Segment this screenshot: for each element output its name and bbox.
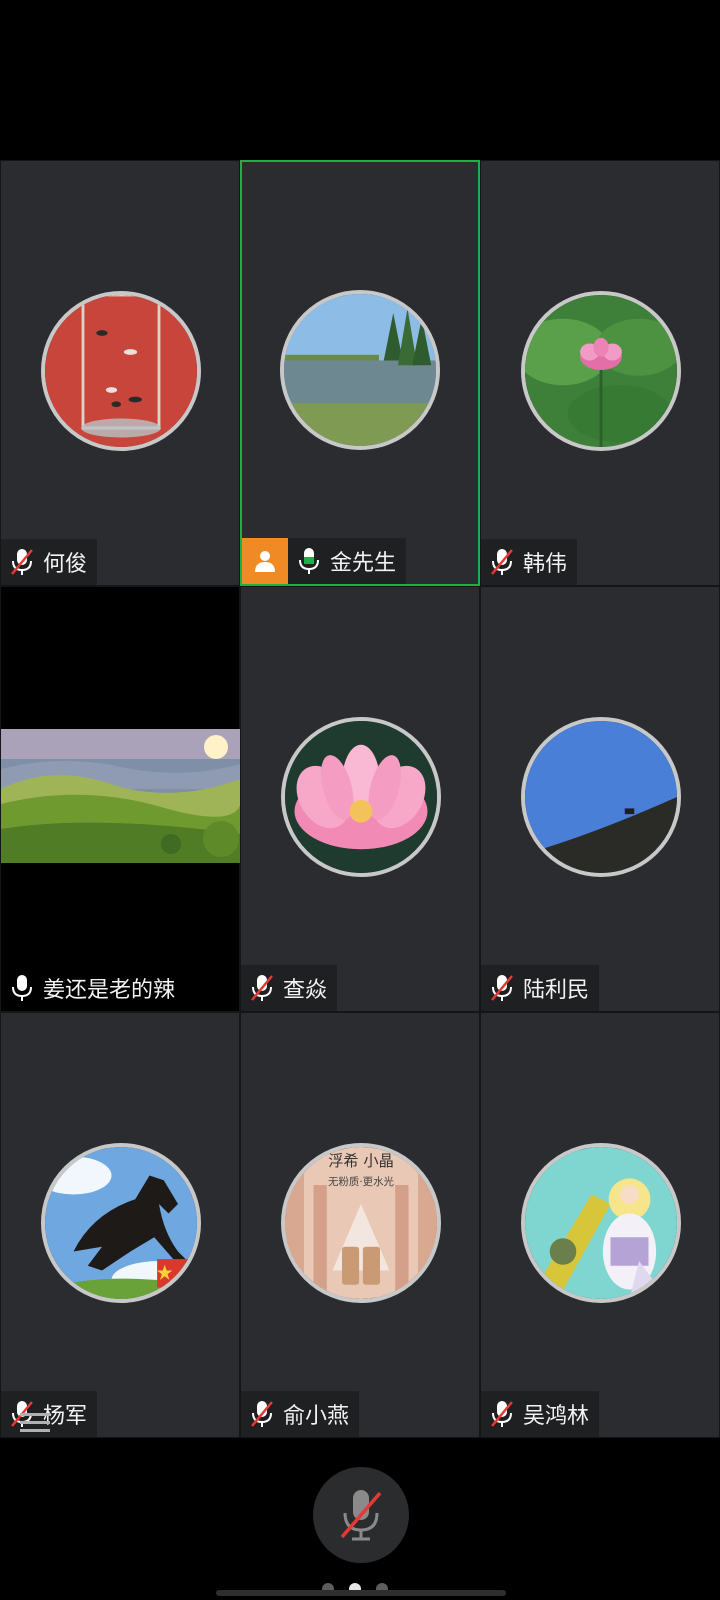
participant-tile[interactable]: 查焱 (240, 586, 480, 1012)
mic-muted-icon (11, 549, 33, 575)
mic-muted-icon (491, 1401, 513, 1427)
participant-tile[interactable]: 韩伟 (480, 160, 720, 586)
mic-muted-icon (251, 975, 273, 1001)
participant-name: 姜还是老的辣 (43, 978, 176, 1003)
participant-avatar (521, 717, 681, 877)
mic-muted-icon (491, 975, 513, 1001)
participant-name-tag: 韩伟 (481, 539, 578, 585)
participant-tile[interactable]: 何俊 (0, 160, 240, 586)
participant-tile[interactable]: 吴鸿林 (480, 1012, 720, 1438)
participant-name: 吴鸿林 (523, 1404, 590, 1429)
ad-subline: 无粉质·更水光 (328, 1175, 395, 1188)
participant-avatar (521, 1143, 681, 1303)
participant-tile[interactable]: 浮希 小晶 无粉质·更水光 俞小燕 (240, 1012, 480, 1438)
participant-name-tag: 吴鸿林 (481, 1391, 600, 1437)
participant-tile-video[interactable]: 姜还是老的辣 (0, 586, 241, 1012)
participant-avatar (41, 1143, 201, 1303)
mic-muted-icon (491, 549, 513, 575)
participant-name-tag: 查焱 (241, 965, 338, 1011)
participant-avatar: 浮希 小晶 无粉质·更水光 (281, 1143, 441, 1303)
menu-icon[interactable] (20, 1410, 52, 1434)
participant-tile[interactable]: 杨军 (0, 1012, 240, 1438)
participant-avatar (281, 717, 441, 877)
bottom-control-bar (0, 1440, 720, 1600)
participant-name: 韩伟 (523, 552, 568, 577)
mic-muted-icon (251, 1401, 273, 1427)
participant-name-tag: 俞小燕 (241, 1391, 360, 1437)
participant-name: 金先生 (330, 551, 397, 576)
participant-name: 何俊 (43, 552, 88, 577)
participant-name-tag: 陆利民 (481, 965, 600, 1011)
ad-headline: 浮希 小晶 (328, 1152, 394, 1170)
participant-tile[interactable]: 陆利民 (480, 586, 720, 1012)
mic-on-icon (12, 975, 32, 1001)
participant-name-tag: 金先生 (242, 538, 407, 584)
participant-name: 陆利民 (523, 978, 590, 1003)
participant-name: 俞小燕 (283, 1404, 350, 1429)
participant-name: 查焱 (283, 978, 328, 1003)
person-icon (255, 551, 275, 572)
participant-grid: 何俊 金先生 韩伟 姜还是老的辣 查焱 陆利民 杨军 浮希 小晶 无粉质·更水光… (0, 160, 720, 1440)
participant-video (1, 729, 241, 863)
host-badge (242, 538, 288, 584)
mute-toggle-button[interactable] (313, 1467, 409, 1563)
participant-avatar (521, 291, 681, 451)
mic-active-icon (299, 548, 319, 574)
participant-name-tag: 姜还是老的辣 (1, 965, 185, 1011)
home-indicator[interactable] (216, 1590, 506, 1596)
participant-avatar (41, 291, 201, 451)
participant-avatar (280, 290, 440, 450)
mic-muted-icon (340, 1490, 382, 1541)
participant-tile-active-speaker[interactable]: 金先生 (240, 160, 480, 586)
participant-name-tag: 何俊 (1, 539, 98, 585)
